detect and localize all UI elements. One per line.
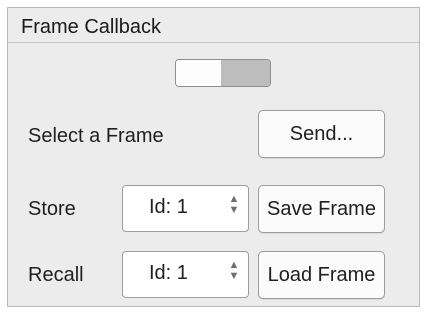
save-frame-button[interactable]: Save Frame xyxy=(258,185,385,233)
recall-id-value: Id: 1 xyxy=(149,262,188,284)
recall-label: Recall xyxy=(28,264,84,286)
toggle-knob xyxy=(176,60,223,86)
chevron-down-icon[interactable]: ▼ xyxy=(228,271,240,282)
frame-callback-toggle[interactable] xyxy=(175,59,271,87)
frame-callback-panel: Frame Callback Select a Frame Send... St… xyxy=(7,7,420,307)
toggle-track-off xyxy=(221,60,270,86)
recall-id-stepper[interactable]: ▲ ▼ xyxy=(228,260,240,286)
load-frame-button[interactable]: Load Frame xyxy=(258,251,385,299)
recall-id-spinbox[interactable]: Id: 1 ▲ ▼ xyxy=(122,251,249,298)
chevron-down-icon[interactable]: ▼ xyxy=(228,205,240,216)
store-label: Store xyxy=(28,198,76,220)
store-id-spinbox[interactable]: Id: 1 ▲ ▼ xyxy=(122,185,249,232)
panel-title: Frame Callback xyxy=(21,16,162,38)
store-id-stepper[interactable]: ▲ ▼ xyxy=(228,194,240,220)
send-button[interactable]: Send... xyxy=(258,110,385,158)
panel-titlebar: Frame Callback xyxy=(8,8,419,43)
store-id-value: Id: 1 xyxy=(149,196,188,218)
select-frame-label: Select a Frame xyxy=(28,125,164,147)
